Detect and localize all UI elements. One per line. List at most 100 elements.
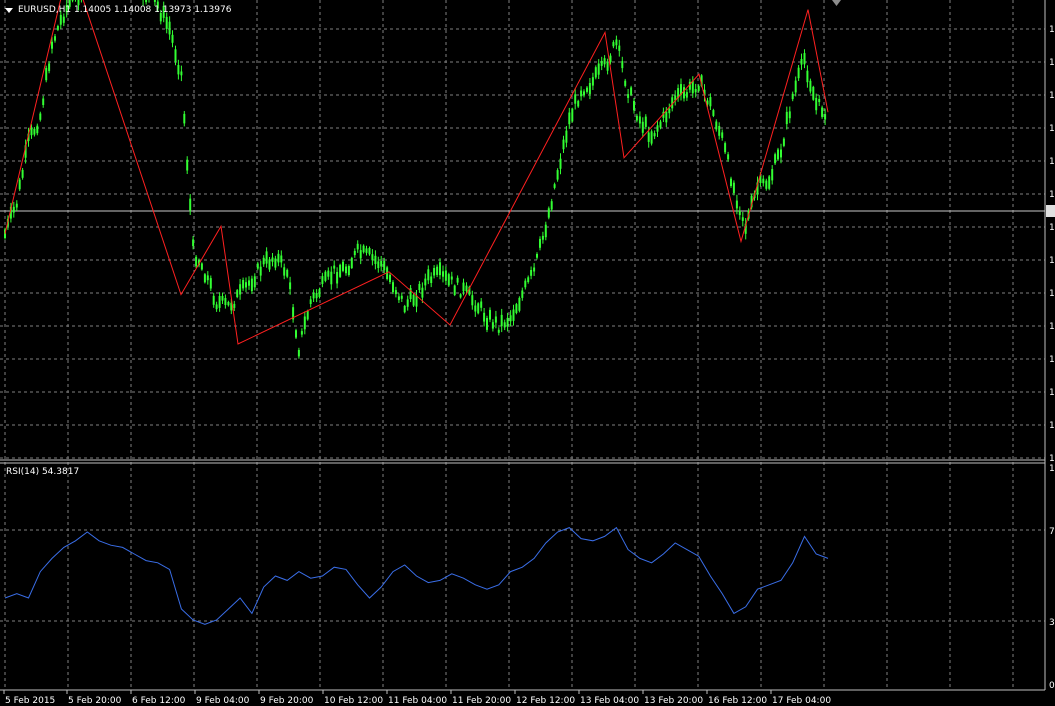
candle-body — [806, 70, 809, 83]
candle-body — [612, 42, 615, 47]
price-axis-label: 1 — [1049, 421, 1055, 431]
candle-body — [324, 271, 327, 281]
candle-body — [521, 290, 524, 298]
candle-body — [389, 274, 391, 282]
candle-body — [12, 206, 15, 213]
candle-body — [515, 304, 518, 313]
candle-body — [456, 277, 459, 283]
candle-body — [336, 272, 339, 284]
candle-body — [497, 329, 500, 333]
candle-body — [494, 316, 497, 323]
candle-body — [821, 107, 824, 117]
candle-body — [165, 16, 168, 29]
candle-body — [527, 277, 530, 282]
candle-body — [297, 350, 300, 357]
candle-body — [656, 125, 659, 132]
candle-body — [815, 97, 818, 111]
candle-body — [442, 271, 444, 277]
candle-body — [215, 304, 218, 310]
time-axis-label: 9 Feb 20:00 — [260, 696, 314, 706]
candle-body — [782, 138, 785, 146]
candle-body — [665, 111, 668, 123]
candle-body — [568, 112, 571, 125]
candle-body — [250, 278, 253, 292]
candle-body — [253, 276, 256, 288]
candle-body — [195, 256, 198, 267]
candle-body — [365, 248, 368, 253]
rsi-label: RSI(14) 54.3817 — [6, 467, 79, 477]
candle-body — [330, 271, 333, 285]
price-axis-label: 1 — [1049, 223, 1055, 233]
candle-body — [477, 303, 480, 314]
candle-body — [280, 255, 283, 263]
candle-body — [186, 159, 189, 171]
price-axis-label: 1 — [1049, 256, 1055, 266]
candle-body — [709, 97, 712, 107]
candle-body — [189, 198, 192, 211]
time-axis-label: 5 Feb 20:00 — [68, 696, 122, 706]
candle-body — [436, 266, 439, 275]
candle-body — [412, 294, 415, 306]
candle-body — [462, 282, 465, 292]
candle-body — [174, 49, 177, 62]
candle-body — [430, 276, 433, 283]
candle-body — [641, 121, 644, 133]
candle-body — [145, 0, 148, 3]
candle-body — [518, 297, 521, 311]
candle-body — [765, 180, 768, 189]
price-axis-label: 1 — [1049, 355, 1055, 365]
time-axis-label: 12 Feb 12:00 — [516, 696, 575, 706]
candle-body — [236, 290, 239, 297]
candle-body — [544, 224, 547, 238]
candle-body — [30, 128, 33, 136]
candle-body — [471, 295, 474, 306]
candle-body — [427, 269, 430, 281]
candle-body — [600, 60, 603, 66]
candle-body — [768, 176, 771, 189]
candle-body — [562, 139, 565, 150]
symbol-header: EURUSD,H1 1.14005 1.14008 1.13973 1.1397… — [18, 5, 232, 15]
current-price-marker — [1046, 205, 1055, 217]
candle-body — [627, 94, 630, 98]
candle-body — [353, 250, 356, 256]
candle-body — [315, 293, 318, 299]
trading-chart[interactable]: EURUSD,H1 1.14005 1.14008 1.13973 1.1397… — [0, 0, 1055, 706]
candle-body — [242, 280, 245, 289]
candle-body — [638, 116, 641, 124]
time-axis-label: 11 Feb 04:00 — [388, 696, 447, 706]
candle-body — [362, 245, 365, 253]
candle-body — [450, 276, 453, 280]
candle-body — [533, 267, 536, 272]
candle-body — [577, 100, 580, 107]
candle-body — [489, 309, 491, 320]
price-axis-label: 1 — [1049, 157, 1055, 167]
candle-body — [400, 295, 403, 299]
candle-body — [624, 80, 627, 86]
candle-body — [644, 116, 647, 127]
candle-body — [447, 274, 450, 286]
candle-body — [221, 296, 224, 301]
candle-body — [591, 77, 594, 86]
candle-body — [318, 289, 321, 297]
candle-body — [224, 298, 227, 305]
time-axis-label: 11 Feb 20:00 — [452, 696, 511, 706]
candle-body — [453, 285, 456, 295]
candle-body — [256, 263, 259, 269]
candle-body — [265, 251, 268, 264]
candle-body — [480, 301, 483, 308]
candle-body — [500, 314, 503, 327]
candle-body — [347, 266, 350, 275]
candle-body — [712, 110, 715, 116]
candle-body — [153, 0, 156, 2]
candle-body — [803, 53, 806, 65]
candle-body — [209, 278, 212, 289]
candle-body — [392, 282, 394, 293]
candle-body — [556, 170, 559, 180]
candle-body — [18, 179, 21, 190]
candle-body — [271, 257, 274, 262]
candle-body — [418, 284, 421, 290]
price-axis-label: 1 — [1049, 58, 1055, 68]
candle-body — [168, 21, 171, 35]
candle-body — [51, 41, 53, 49]
candle-body — [394, 290, 397, 295]
